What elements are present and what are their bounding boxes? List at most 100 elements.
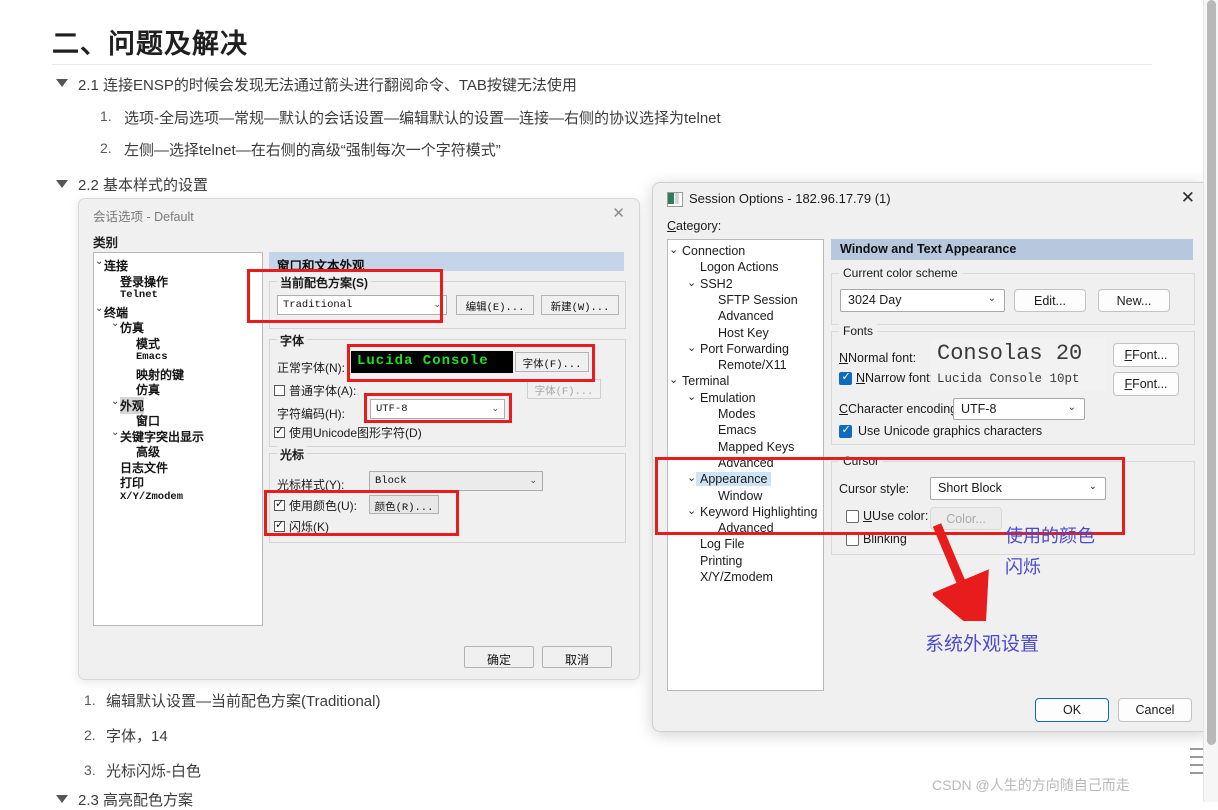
page-scrollbar-track[interactable] bbox=[1203, 0, 1218, 802]
tree-item-advanced[interactable]: Advanced bbox=[718, 309, 774, 323]
tree-item-remote-x11[interactable]: Remote/X11 bbox=[718, 358, 787, 372]
normal-font-label: NNormal font: bbox=[839, 351, 917, 365]
dialog1-category-tree[interactable]: ⌄ 连接 登录操作 Telnet ⌄ 终端 ⌄ 仿真 模式 Emacs 映射的键 仿真 ⌄ 外观 窗口 ⌄ 关键… bbox=[93, 252, 263, 626]
ordered-marker-b1: 1. bbox=[84, 692, 96, 708]
tree-item-port-forwarding[interactable]: Port Forwarding bbox=[700, 342, 789, 356]
new-scheme-button[interactable]: 新建(W)... bbox=[541, 295, 619, 315]
dialog1-cursor-group-label: 光标 bbox=[277, 446, 308, 463]
tree-item-modes[interactable]: Modes bbox=[718, 407, 756, 421]
tree-item-printing[interactable]: Printing bbox=[700, 554, 742, 568]
collapse-triangle-2-1[interactable] bbox=[56, 79, 68, 87]
cursor-style-select[interactable]: Block ⌄ bbox=[369, 471, 543, 491]
encoding-label: 字符编码(H): bbox=[277, 407, 345, 421]
tree-item-terminal[interactable]: Terminal bbox=[682, 374, 729, 388]
edit-scheme-button[interactable]: 编辑(E)... bbox=[456, 295, 534, 315]
tree-chevron[interactable]: ⌄ bbox=[111, 427, 119, 438]
encoding-label-text: Character encoding: bbox=[848, 402, 961, 416]
tree-item-Telnet[interactable]: Telnet bbox=[120, 289, 158, 301]
tree-item-connection[interactable]: Connection bbox=[682, 244, 745, 258]
normal-font-button-text: Font... bbox=[1132, 348, 1168, 362]
unicode-graphics-checkbox[interactable] bbox=[274, 424, 285, 438]
tree-item-模式[interactable]: 模式 bbox=[136, 335, 160, 352]
dialog1-title: 会话选项 - Default bbox=[93, 210, 194, 224]
colorscheme-select[interactable]: 3024 Day ⌄ bbox=[840, 289, 1005, 312]
tree-item-X/Y/Zmodem[interactable]: X/Y/Zmodem bbox=[120, 491, 183, 503]
list-item-b2: 字体，14 bbox=[106, 728, 168, 745]
plain-font-label: 普通字体(A): bbox=[289, 384, 357, 398]
tree-chevron[interactable]: ⌄ bbox=[687, 276, 696, 289]
cancel-button[interactable]: Cancel bbox=[1118, 698, 1192, 722]
tree-chevron[interactable]: ⌄ bbox=[687, 341, 696, 354]
ordered-marker-b2: 2. bbox=[84, 727, 96, 743]
close-icon[interactable]: ✕ bbox=[1181, 188, 1195, 208]
tree-item-mapped-keys[interactable]: Mapped Keys bbox=[718, 440, 794, 454]
narrow-font-label-text: Narrow font: bbox=[865, 371, 934, 385]
colorscheme-value: 3024 Day bbox=[848, 293, 902, 307]
tree-item-仿真[interactable]: 仿真 bbox=[120, 319, 144, 336]
tree-item-登录操作[interactable]: 登录操作 bbox=[120, 273, 168, 290]
narrow-font-label: NNarrow font: bbox=[856, 371, 934, 385]
tree-item-Emacs[interactable]: Emacs bbox=[136, 351, 168, 363]
chevron-down-icon[interactable]: ⌄ bbox=[529, 475, 537, 486]
tree-item-emulation[interactable]: Emulation bbox=[700, 391, 756, 405]
normal-font-value: Consolas 20 bbox=[931, 339, 1106, 369]
chevron-down-icon[interactable]: ⌄ bbox=[1068, 402, 1076, 413]
ok-button[interactable]: 确定 bbox=[464, 646, 534, 668]
tree-item-高级[interactable]: 高级 bbox=[136, 443, 160, 460]
chevron-down-icon[interactable]: ⌄ bbox=[988, 293, 996, 304]
tree-item-emacs[interactable]: Emacs bbox=[718, 423, 756, 437]
tree-chevron[interactable]: ⌄ bbox=[95, 256, 103, 267]
dialog2-fonts-group-label: Fonts bbox=[839, 324, 878, 338]
plain-font-button: 字体(F)... bbox=[527, 379, 601, 399]
tree-item-连接[interactable]: 连接 bbox=[104, 257, 128, 274]
narrow-font-button[interactable]: FFont... bbox=[1113, 372, 1179, 396]
tree-item-打印[interactable]: 打印 bbox=[120, 474, 144, 491]
normal-font-label-text: Normal font: bbox=[848, 351, 917, 365]
cancel-button[interactable]: 取消 bbox=[542, 646, 612, 668]
edit-scheme-button[interactable]: Edit... bbox=[1014, 289, 1086, 312]
new-scheme-button[interactable]: New... bbox=[1098, 289, 1170, 312]
highlight-box-normalfont bbox=[347, 344, 595, 382]
collapse-triangle-2-2[interactable] bbox=[56, 180, 68, 188]
encoding-select[interactable]: UTF-8 ⌄ bbox=[953, 398, 1085, 420]
narrow-font-value: Lucida Console 10pt bbox=[931, 369, 1106, 391]
dialog1-titlebar[interactable]: 会话选项 - Default ✕ bbox=[79, 199, 639, 229]
plain-font-checkbox[interactable] bbox=[274, 385, 285, 396]
tree-item-日志文件[interactable]: 日志文件 bbox=[120, 459, 168, 476]
tree-chevron[interactable]: ⌄ bbox=[669, 243, 678, 256]
page-scrollbar-thumb[interactable] bbox=[1207, 0, 1216, 745]
section-heading-2-3: 2.3 高亮配色方案 bbox=[78, 792, 194, 809]
ordered-marker-b3: 3. bbox=[84, 762, 96, 778]
dialog2-titlebar[interactable]: Session Options - 182.96.17.79 (1) ✕ bbox=[653, 183, 1209, 215]
unicode-graphics-checkbox[interactable] bbox=[839, 423, 852, 438]
tree-chevron[interactable]: ⌄ bbox=[669, 373, 678, 386]
dialog2-scheme-group-label: Current color scheme bbox=[839, 266, 962, 280]
tree-item-仿真[interactable]: 仿真 bbox=[136, 381, 160, 398]
tree-chevron[interactable]: ⌄ bbox=[111, 318, 119, 329]
close-icon[interactable]: ✕ bbox=[612, 204, 625, 222]
tree-item-窗口[interactable]: 窗口 bbox=[136, 412, 160, 429]
section-heading-2-1: 2.1 连接ENSP的时候会发现无法通过箭头进行翻阅命令、TAB按键无法使用 bbox=[78, 77, 577, 94]
tree-item-关键字突出显示[interactable]: 关键字突出显示 bbox=[120, 428, 204, 445]
tree-item-ssh2[interactable]: SSH2 bbox=[700, 277, 733, 291]
session-options-cn-dialog[interactable]: 会话选项 - Default ✕ 类别 ⌄ 连接 登录操作 Telnet ⌄ 终端 ⌄ 仿真模… bbox=[78, 198, 640, 680]
tree-chevron[interactable]: ⌄ bbox=[95, 303, 103, 314]
tree-item-外观[interactable]: 外观 bbox=[120, 396, 145, 414]
normal-font-label: 正常字体(N): bbox=[277, 361, 345, 375]
tree-chevron[interactable]: ⌄ bbox=[687, 390, 696, 403]
tree-item-host-key[interactable]: Host Key bbox=[718, 326, 769, 340]
dialog2-pane-title: Window and Text Appearance bbox=[831, 239, 1193, 260]
dialog2-category-label: Category: bbox=[667, 219, 721, 233]
narrow-font-checkbox[interactable] bbox=[839, 370, 852, 385]
tree-item-logon-actions[interactable]: Logon Actions bbox=[700, 260, 779, 274]
tree-item-sftp-session[interactable]: SFTP Session bbox=[718, 293, 798, 307]
ok-button[interactable]: OK bbox=[1035, 698, 1109, 722]
normal-font-button[interactable]: FFont... bbox=[1113, 343, 1179, 367]
annotation-color-note-line1: 使用的颜色 bbox=[1005, 526, 1095, 546]
session-options-dialog[interactable]: Session Options - 182.96.17.79 (1) ✕ Cat… bbox=[652, 182, 1210, 732]
tree-chevron[interactable]: ⌄ bbox=[111, 396, 119, 407]
tree-item-映射的键[interactable]: 映射的键 bbox=[136, 366, 184, 383]
category-accesskey: C bbox=[667, 219, 677, 233]
tree-item-x-y-zmodem[interactable]: X/Y/Zmodem bbox=[700, 570, 773, 584]
tree-item-log-file[interactable]: Log File bbox=[700, 537, 744, 551]
